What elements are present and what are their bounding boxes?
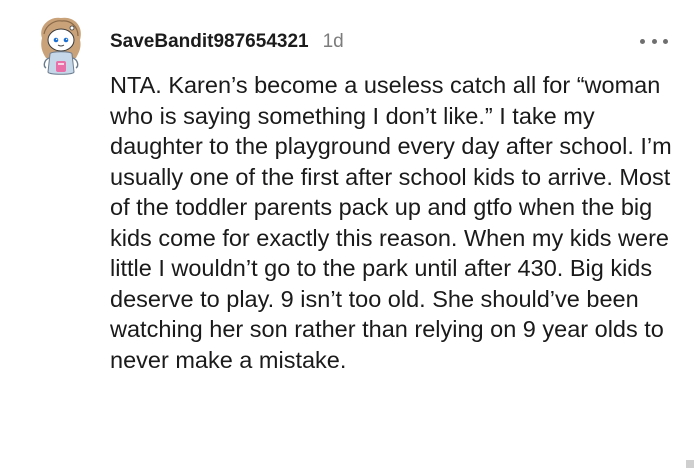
- snoo-avatar-icon: [41, 17, 81, 75]
- comment-header: SaveBandit987654321 1d: [110, 31, 344, 53]
- more-options-button[interactable]: [640, 32, 668, 50]
- comment-body: NTA. Karen’s become a useless catch all …: [110, 72, 672, 373]
- scrollbar-corner: [686, 460, 694, 468]
- more-horizontal-icon-dot: [651, 38, 657, 44]
- username-link[interactable]: SaveBandit987654321: [110, 31, 309, 53]
- user-avatar[interactable]: [36, 14, 86, 78]
- more-horizontal-icon: [640, 38, 645, 44]
- more-horizontal-icon-dot: [663, 38, 668, 44]
- comment: SaveBandit987654321 1d NTA. Karen’s beco…: [0, 0, 700, 472]
- comment-timestamp[interactable]: 1d: [323, 31, 344, 53]
